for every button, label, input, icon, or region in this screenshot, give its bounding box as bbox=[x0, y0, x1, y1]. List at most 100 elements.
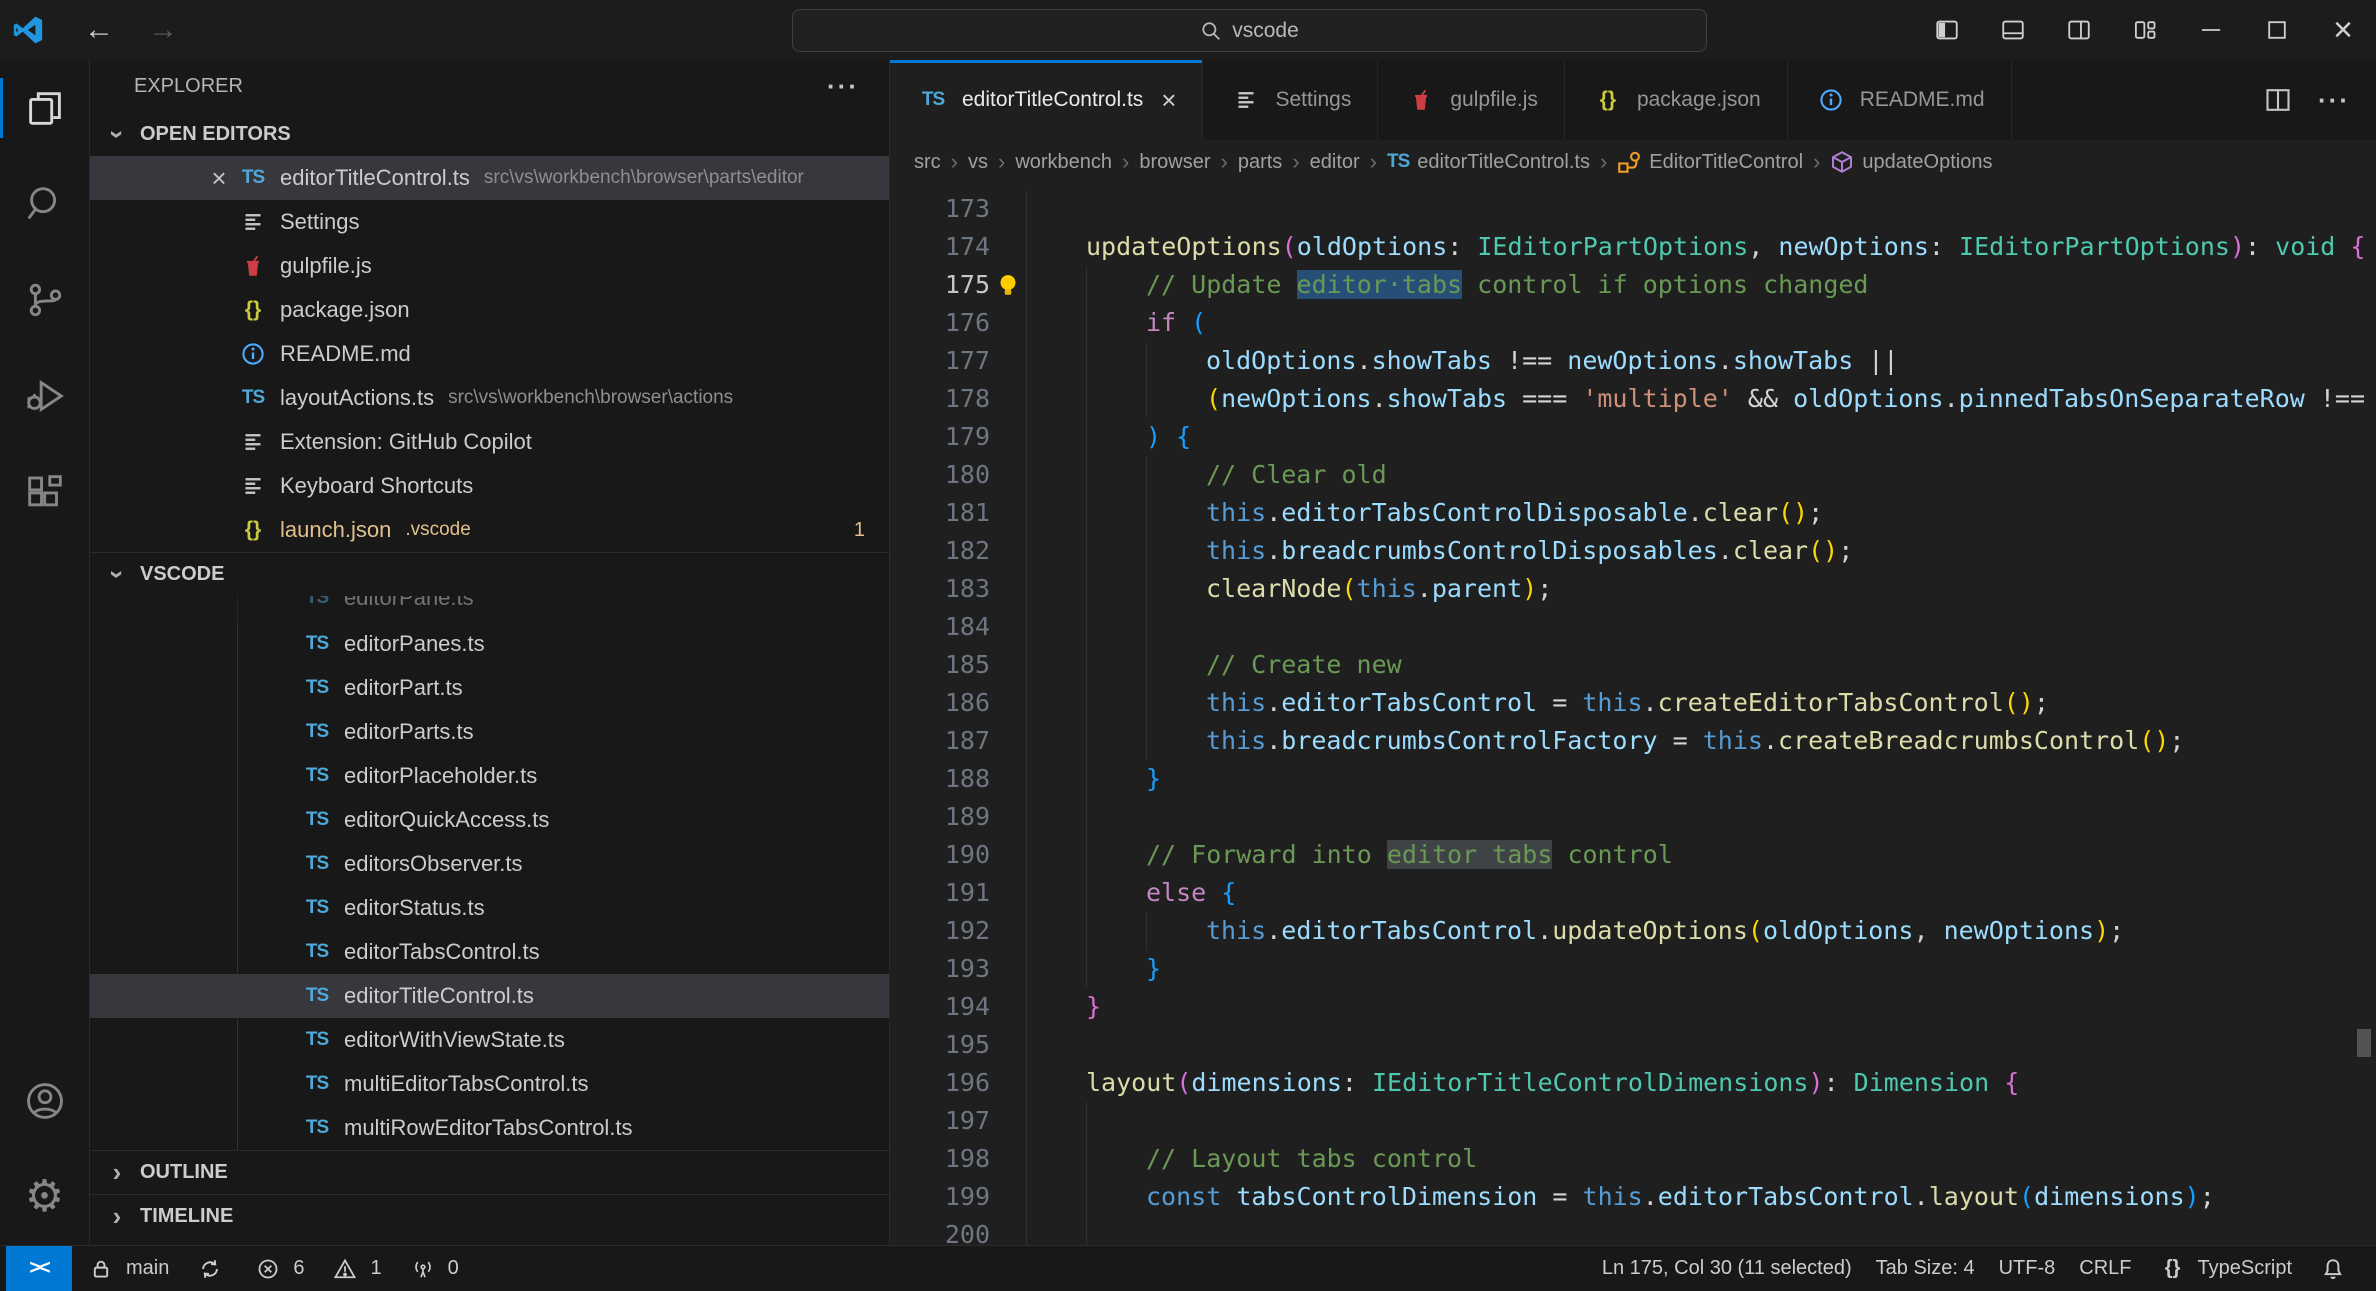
line-number[interactable]: 178 bbox=[890, 380, 990, 418]
file-tree-item[interactable]: TS editorQuickAccess.ts bbox=[90, 798, 889, 842]
code-line[interactable]: 199 const tabsControlDimension = this.edi… bbox=[890, 1178, 2376, 1216]
editor-tab[interactable]: Settings bbox=[1203, 60, 1379, 140]
breadcrumb-item[interactable]: browser bbox=[1139, 151, 1210, 174]
open-editor-item[interactable]: README.md bbox=[90, 332, 889, 376]
line-number[interactable]: 173 bbox=[890, 190, 990, 228]
back-arrow-icon[interactable]: ← bbox=[84, 13, 114, 47]
open-editor-item[interactable]: {} package.json bbox=[90, 288, 889, 332]
editor-tab[interactable]: {} package.json bbox=[1564, 60, 1788, 140]
code-line[interactable]: 173 bbox=[890, 190, 2376, 228]
open-editor-item[interactable]: gulpfile.js bbox=[90, 244, 889, 288]
split-editor-icon[interactable] bbox=[2264, 86, 2292, 114]
line-number[interactable]: 186 bbox=[890, 684, 990, 722]
code-line[interactable]: 187 this.breadcrumbsControlFactory = this… bbox=[890, 722, 2376, 760]
breadcrumb-item[interactable]: editor bbox=[1310, 151, 1360, 174]
code-line[interactable]: 184 bbox=[890, 608, 2376, 646]
outline-section-header[interactable]: › OUTLINE bbox=[90, 1150, 889, 1194]
line-number[interactable]: 175 bbox=[890, 266, 990, 304]
folder-section-header[interactable]: › VSCODE bbox=[90, 552, 889, 596]
status-item[interactable] bbox=[2304, 1257, 2362, 1281]
line-number[interactable]: 181 bbox=[890, 494, 990, 532]
file-tree-item[interactable]: TS editorsObserver.ts bbox=[90, 842, 889, 886]
open-editor-item[interactable]: × TS editorTitleControl.ts src\vs\workbench… bbox=[90, 156, 889, 200]
code-line[interactable]: 188} bbox=[890, 760, 2376, 798]
activity-explorer[interactable] bbox=[0, 60, 89, 156]
line-number[interactable]: 180 bbox=[890, 456, 990, 494]
open-editors-header[interactable]: › OPEN EDITORS bbox=[90, 112, 889, 156]
file-tree-item[interactable]: TS editorPlaceholder.ts bbox=[90, 754, 889, 798]
editor-tab[interactable]: README.md bbox=[1787, 60, 2012, 140]
editor-tab[interactable]: TS editorTitleControl.ts × bbox=[890, 60, 1204, 140]
line-number[interactable]: 191 bbox=[890, 874, 990, 912]
line-number[interactable]: 200 bbox=[890, 1216, 990, 1245]
code-line[interactable]: 179) { bbox=[890, 418, 2376, 456]
activity-accounts[interactable] bbox=[0, 1053, 89, 1149]
code-line[interactable]: 182 this.breadcrumbsControlDisposables.cl… bbox=[890, 532, 2376, 570]
line-number[interactable]: 194 bbox=[890, 988, 990, 1026]
file-tree-item[interactable]: TS editorPart.ts bbox=[90, 666, 889, 710]
line-number[interactable]: 197 bbox=[890, 1102, 990, 1140]
code-line[interactable]: 194} bbox=[890, 988, 2376, 1026]
file-tree-item[interactable]: TS editorParts.ts bbox=[90, 710, 889, 754]
breadcrumb-item[interactable]: TS editorTitleControl.ts bbox=[1387, 151, 1590, 174]
activity-extensions[interactable] bbox=[0, 444, 89, 540]
open-editor-item[interactable]: Settings bbox=[90, 200, 889, 244]
close-icon[interactable]: × bbox=[202, 163, 236, 194]
breadcrumb-item[interactable]: updateOptions bbox=[1830, 150, 1992, 174]
customize-layout-icon[interactable] bbox=[2112, 0, 2178, 60]
open-editor-item[interactable]: Keyboard Shortcuts bbox=[90, 464, 889, 508]
status-ports[interactable]: 0 bbox=[394, 1257, 471, 1280]
code-line[interactable]: 190 // Forward into editor tabs control bbox=[890, 836, 2376, 874]
line-number[interactable]: 192 bbox=[890, 912, 990, 950]
minimize-button[interactable] bbox=[2178, 0, 2244, 60]
code-line[interactable]: 193} bbox=[890, 950, 2376, 988]
code-line[interactable]: 191 else { bbox=[890, 874, 2376, 912]
code-line[interactable]: 186 this.editorTabsControl = this.createE… bbox=[890, 684, 2376, 722]
status-lock[interactable]: main bbox=[72, 1257, 181, 1280]
code-line[interactable]: 174 updateOptions(oldOptions: IEditorPart… bbox=[890, 228, 2376, 266]
code-line[interactable]: 183 clearNode(this.parent); bbox=[890, 570, 2376, 608]
close-icon[interactable]: × bbox=[1161, 85, 1176, 116]
status-warning[interactable]: 1 bbox=[316, 1257, 393, 1280]
file-tree-item[interactable]: TS multiRowEditorTabsControl.ts bbox=[90, 1106, 889, 1150]
breadcrumb-item[interactable]: parts bbox=[1238, 151, 1282, 174]
line-number[interactable]: 182 bbox=[890, 532, 990, 570]
code-line[interactable]: 178 (newOptions.showTabs === 'multiple' &… bbox=[890, 380, 2376, 418]
open-editor-item[interactable]: {} launch.json .vscode 1 bbox=[90, 508, 889, 552]
activity-search[interactable] bbox=[0, 156, 89, 252]
line-number[interactable]: 179 bbox=[890, 418, 990, 456]
explorer-more-actions-icon[interactable]: ··· bbox=[827, 71, 859, 102]
line-number[interactable]: 177 bbox=[890, 342, 990, 380]
toggle-primary-sidebar-icon[interactable] bbox=[1914, 0, 1980, 60]
code-line[interactable]: 181 this.editorTabsControlDisposable.clea… bbox=[890, 494, 2376, 532]
status-item[interactable]: Ln 175, Col 30 (11 selected) bbox=[1590, 1257, 1864, 1280]
line-number[interactable]: 195 bbox=[890, 1026, 990, 1064]
file-tree-item[interactable]: TS editorTitleControl.ts bbox=[90, 974, 889, 1018]
breadcrumb-item[interactable]: workbench bbox=[1015, 151, 1112, 174]
more-editor-actions-icon[interactable]: ··· bbox=[2318, 85, 2350, 116]
file-tree-item[interactable]: TS editorTabsControl.ts bbox=[90, 930, 889, 974]
code-line[interactable]: 195 bbox=[890, 1026, 2376, 1064]
line-number[interactable]: 190 bbox=[890, 836, 990, 874]
breadcrumb-item[interactable]: EditorTitleControl bbox=[1617, 150, 1803, 174]
activity-source-control[interactable] bbox=[0, 252, 89, 348]
toggle-panel-icon[interactable] bbox=[1980, 0, 2046, 60]
code-line[interactable]: 189 bbox=[890, 798, 2376, 836]
line-number[interactable]: 184 bbox=[890, 608, 990, 646]
file-tree-item[interactable]: TS editorPane.ts bbox=[90, 596, 889, 620]
line-number[interactable]: 189 bbox=[890, 798, 990, 836]
file-tree-item[interactable]: TS editorStatus.ts bbox=[90, 886, 889, 930]
code-line[interactable]: 175 // Update editor·tabs control if opti… bbox=[890, 266, 2376, 304]
line-number[interactable]: 193 bbox=[890, 950, 990, 988]
breadcrumb-item[interactable]: vs bbox=[968, 151, 988, 174]
code-line[interactable]: 192 this.editorTabsControl.updateOptions(… bbox=[890, 912, 2376, 950]
file-tree-item[interactable]: TS multiEditorTabsControl.ts bbox=[90, 1062, 889, 1106]
code-line[interactable]: 196 layout(dimensions: IEditorTitleContro… bbox=[890, 1064, 2376, 1102]
file-tree-item[interactable]: TS editorWithViewState.ts bbox=[90, 1018, 889, 1062]
status-sync[interactable] bbox=[181, 1258, 239, 1280]
maximize-button[interactable] bbox=[2244, 0, 2310, 60]
lightbulb-icon[interactable] bbox=[995, 272, 1021, 298]
line-number[interactable]: 199 bbox=[890, 1178, 990, 1216]
code-line[interactable]: 198 // Layout tabs control bbox=[890, 1140, 2376, 1178]
activity-settings-gear[interactable]: ⚙ bbox=[0, 1149, 89, 1245]
